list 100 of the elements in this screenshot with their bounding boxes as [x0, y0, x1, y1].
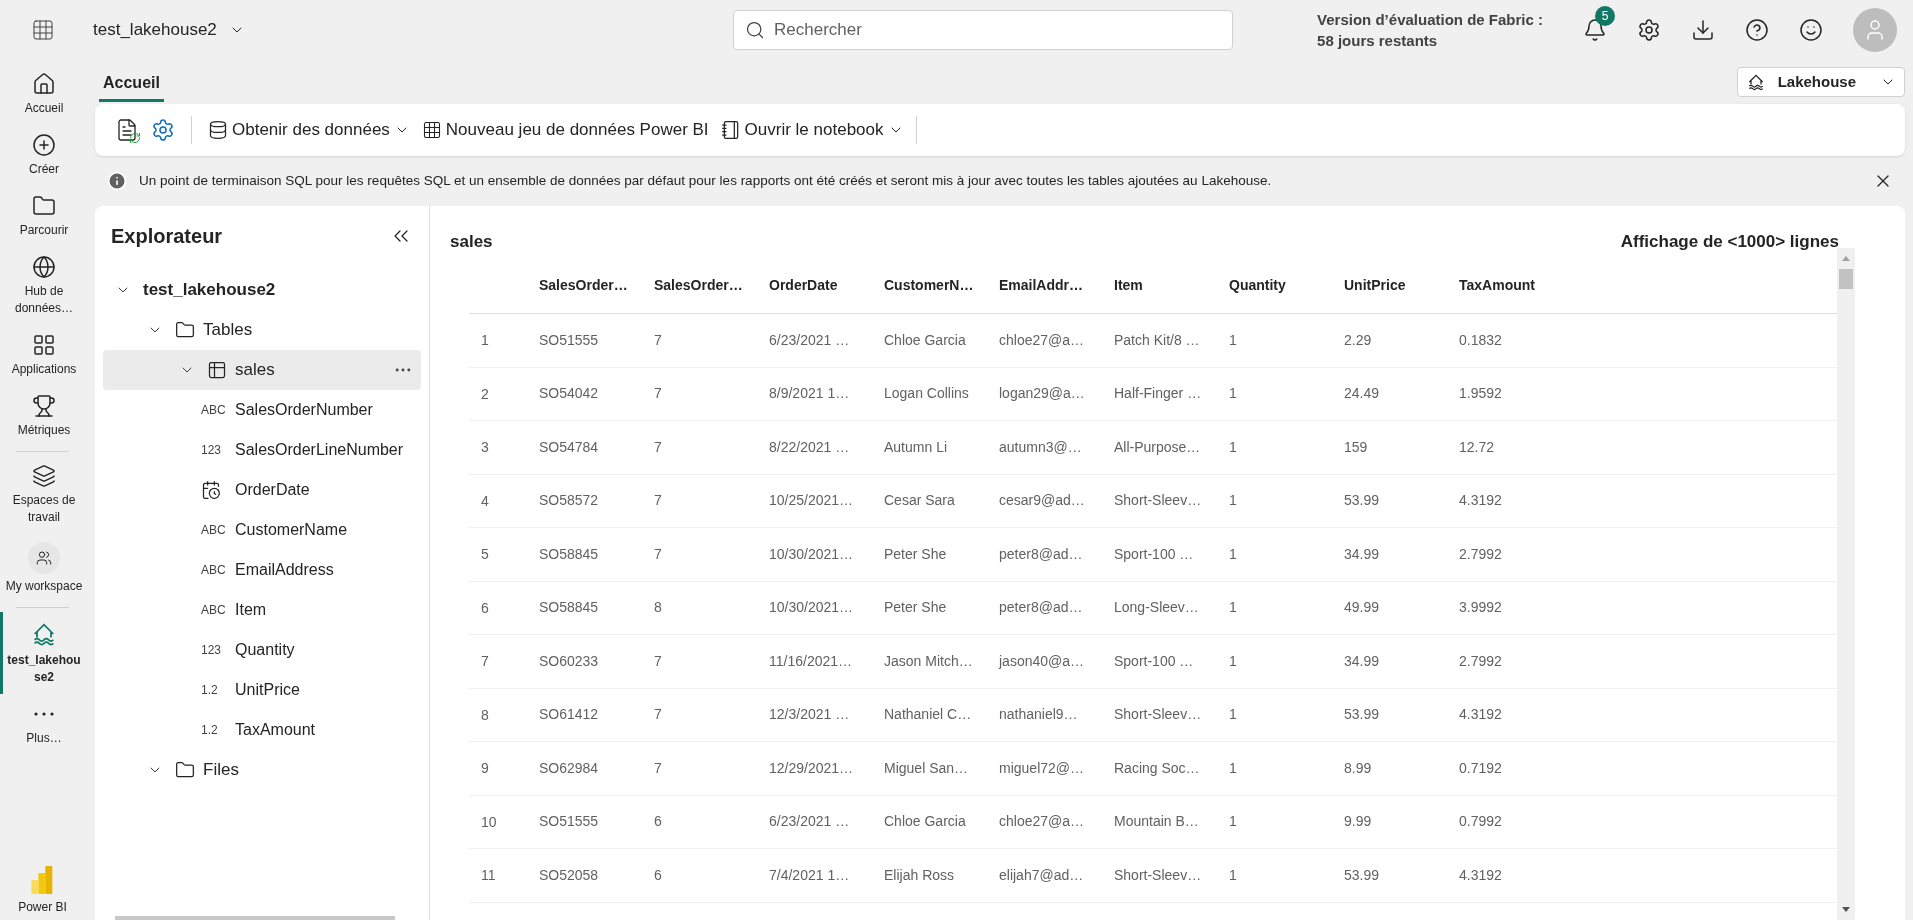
column-header[interactable]: OrderDate [769, 275, 884, 296]
table-cell-text: 1 [1229, 437, 1238, 457]
tree-item[interactable]: 1.2 UnitPrice [103, 670, 421, 710]
scroll-thumb[interactable] [1839, 269, 1853, 289]
row-number: 3 [481, 439, 489, 456]
nav-item[interactable]: Métriques [0, 386, 85, 447]
info-message: Un point de terminaison SQL pour les requêtes SQL et un ensemble de données par défaut pour les rapports ont été créés et seront mis à jour avec toutes les tables ajoutées au Lakehouse. [139, 171, 1272, 190]
tree-item[interactable]: sales [103, 350, 421, 390]
column-header[interactable]: UnitPrice [1344, 275, 1459, 296]
nav-item[interactable]: Parcourir [0, 186, 85, 247]
table-title: sales [450, 230, 493, 253]
tree-label: TaxAmount [235, 720, 316, 740]
column-header[interactable]: Item [1114, 275, 1229, 296]
nav-item[interactable]: Créer [0, 125, 85, 186]
more-icon [34, 712, 54, 716]
table-cell-text: 7 [654, 330, 663, 350]
table-cell-text: Racing Soc… [1114, 758, 1201, 778]
tab[interactable]: Accueil [99, 62, 164, 102]
horizontal-scrollbar[interactable] [115, 916, 395, 920]
table-cell-text: 9.99 [1344, 812, 1373, 832]
view-switcher[interactable]: Lakehouse [1736, 67, 1905, 97]
nav-label: Accueil [23, 100, 65, 117]
table-cell-text: SO51555 [539, 812, 600, 832]
table-cell-text: Elijah Ross [884, 865, 956, 885]
feedback-icon[interactable] [1799, 18, 1823, 42]
workspace-title: test_lakehouse2 [93, 19, 217, 42]
app-launcher-icon[interactable] [30, 18, 55, 42]
settings-icon[interactable] [1637, 18, 1661, 42]
tree-item[interactable]: Files [103, 750, 421, 790]
table-cell-text: 6 [654, 812, 663, 832]
table-cell-text: 12/29/2021… [769, 758, 855, 778]
tree-item[interactable]: ABC Item [103, 590, 421, 630]
table-cell-text: 4.3192 [1459, 865, 1503, 885]
table-cell-text: 7 [654, 384, 663, 404]
table-cell-text: Cesar Sara [884, 491, 956, 511]
table-cell-text: Sport-100 … [1114, 544, 1195, 564]
table-cell-text: 10/25/2021… [769, 491, 855, 511]
table-cell-text: Long-Sleev… [1114, 598, 1200, 618]
tree-item[interactable]: test_lakehouse2 [103, 270, 421, 310]
nav-label: Espaces de travail [11, 492, 77, 526]
folder-icon [175, 320, 195, 340]
nav-item[interactable]: Plus… [0, 694, 85, 755]
table-cell-text: SO58845 [539, 544, 600, 564]
nav-item[interactable]: My workspace [0, 534, 85, 603]
tree-label: CustomerName [235, 520, 348, 540]
data-type-label: ABC [201, 402, 227, 419]
table-cell-text: 1 [1229, 384, 1238, 404]
table-cell-text: 1.9592 [1459, 384, 1503, 404]
table-cell-text: 7 [654, 491, 663, 511]
tree-item[interactable]: 123 Quantity [103, 630, 421, 670]
table-cell-text: 1 [1229, 491, 1238, 511]
column-header[interactable]: TaxAmount [1459, 275, 1574, 296]
globe-icon [32, 255, 56, 279]
table-cell-text: 53.99 [1344, 705, 1381, 725]
column-header[interactable]: SalesOrder… [654, 275, 769, 296]
toolbar-button[interactable]: Obtenir des données [204, 112, 414, 148]
column-header[interactable]: CustomerN… [884, 275, 999, 296]
table-cell-text: peter8@ad… [999, 544, 1084, 564]
nav-item[interactable]: Hub de données… [0, 247, 85, 325]
column-header[interactable]: Quantity [1229, 275, 1344, 296]
nav-item[interactable]: test_lakehouse2 [0, 612, 85, 694]
table-cell-text: chloe27@a… [999, 330, 1086, 350]
table-cell-text: 8/22/2021 … [769, 437, 851, 457]
table-cell-text: 4.3192 [1459, 705, 1503, 725]
row-number: 5 [481, 546, 489, 563]
nav-item[interactable]: Applications [0, 325, 85, 386]
tree-item[interactable]: 1.2 TaxAmount [103, 710, 421, 750]
nav-item[interactable]: Espaces de travail [0, 456, 85, 534]
tree-item[interactable]: OrderDate [103, 470, 421, 510]
table-cell-text: SO60233 [539, 651, 600, 671]
search-field[interactable]: Rechercher [733, 10, 1233, 50]
table-cell-text: 7 [654, 651, 663, 671]
tree-label: Quantity [235, 640, 295, 660]
table-cell-text: Peter She [884, 598, 948, 618]
scroll-down-icon[interactable] [1842, 907, 1850, 912]
tree-item[interactable]: 123 SalesOrderLineNumber [103, 430, 421, 470]
toolbar-button[interactable]: Nouveau jeu de données Power BI [417, 112, 713, 148]
download-icon[interactable] [1691, 18, 1715, 42]
tree-item[interactable]: ABC SalesOrderNumber [103, 390, 421, 430]
table-cell-text: 1 [1229, 758, 1238, 778]
nav-label: Créer [28, 161, 60, 178]
table-cell-text: 1 [1229, 651, 1238, 671]
vertical-scrollbar[interactable] [1837, 248, 1855, 920]
help-icon[interactable] [1745, 18, 1769, 42]
table-cell-text: 7 [654, 437, 663, 457]
table-cell-text: SO58845 [539, 598, 600, 618]
tree-item[interactable]: ABC EmailAddress [103, 550, 421, 590]
table-cell-text: 34.99 [1344, 651, 1381, 671]
column-header[interactable]: SalesOrder… [539, 275, 654, 296]
table-cell-text: 1 [1229, 330, 1238, 350]
column-header[interactable]: EmailAddr… [999, 275, 1114, 296]
tree-item[interactable]: ABC CustomerName [103, 510, 421, 550]
tree-item[interactable]: Tables [103, 310, 421, 350]
table-cell-text: 7 [654, 705, 663, 725]
notification-icon[interactable] [1583, 18, 1607, 42]
search-icon [745, 20, 765, 40]
toolbar-button[interactable]: Ouvrir le notebook [716, 112, 908, 148]
tree-label: sales [235, 359, 275, 382]
data-type-label: ABC [201, 522, 227, 539]
nav-item[interactable]: Accueil [0, 64, 85, 125]
